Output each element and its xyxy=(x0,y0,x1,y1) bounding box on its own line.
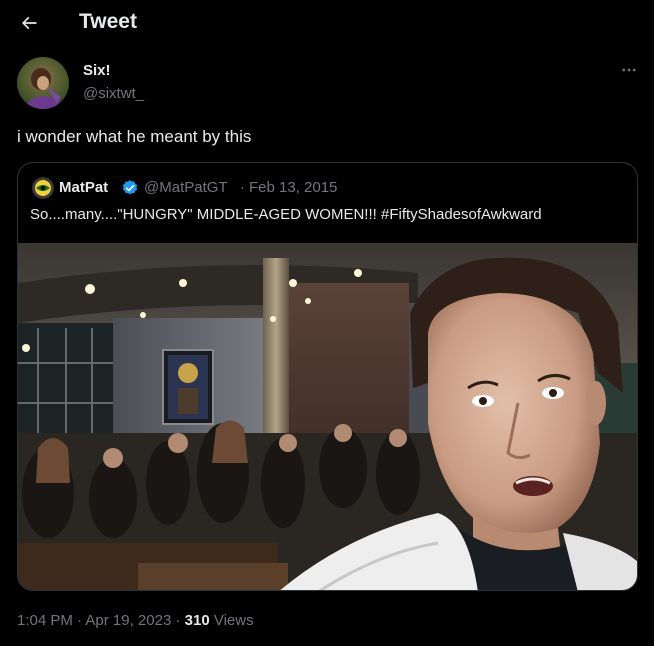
quoted-photo[interactable] xyxy=(18,243,637,590)
quoted-tweet-text: So....many...."HUNGRY" MIDDLE-AGED WOMEN… xyxy=(30,206,542,223)
arrow-left-icon xyxy=(21,16,37,30)
tweet-text: i wonder what he meant by this xyxy=(17,127,252,146)
more-button[interactable] xyxy=(614,58,644,82)
tweet-meta: 1:04 PM · Apr 19, 2023 · 310 Views xyxy=(17,612,254,629)
tweet-time[interactable]: 1:04 PM xyxy=(17,612,73,629)
page-title: Tweet xyxy=(79,10,137,33)
verified-badge-icon xyxy=(122,180,138,195)
tweet-date[interactable]: Apr 19, 2023 xyxy=(85,612,171,629)
quoted-author-name: MatPat xyxy=(59,179,109,196)
author-avatar[interactable] xyxy=(17,57,69,109)
quoted-tweet[interactable]: MatPat @MatPatGT · Feb 13, 2015 So....ma… xyxy=(17,162,638,591)
quoted-author-avatar xyxy=(32,177,54,199)
meta-separator-2: · xyxy=(175,612,181,629)
views-count: 310 xyxy=(184,612,210,629)
meta-separator: · xyxy=(77,612,83,629)
quoted-author-handle: @MatPatGT xyxy=(144,179,228,196)
author-name[interactable]: Six! xyxy=(83,62,111,79)
more-horizontal-icon xyxy=(622,68,636,72)
back-button[interactable] xyxy=(12,6,46,40)
top-bar: Tweet xyxy=(0,0,654,48)
author-handle[interactable]: @sixtwt_ xyxy=(83,85,144,102)
quoted-separator: · xyxy=(240,179,245,196)
quoted-date: Feb 13, 2015 xyxy=(249,179,338,196)
views-label: Views xyxy=(213,612,254,629)
